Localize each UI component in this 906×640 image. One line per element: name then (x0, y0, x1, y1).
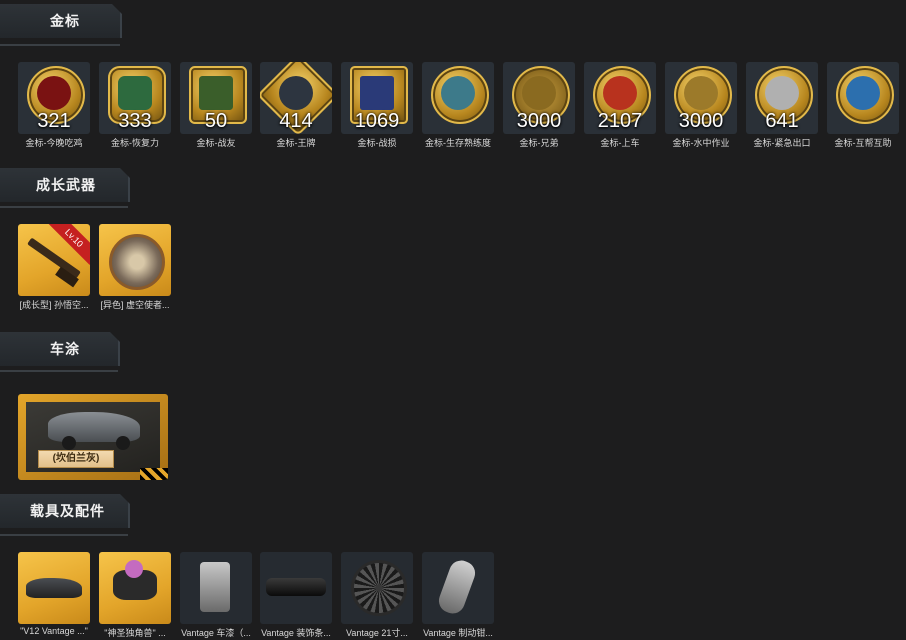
vehicle-tile[interactable]: "V12 Vantage ..." (18, 552, 90, 636)
section-title: 车涂 (50, 341, 80, 357)
badge-label: 金标-上车 (600, 138, 640, 148)
vehicle-tile[interactable]: Vantage 装饰条... (260, 552, 332, 639)
badge-label: 金标-兄弟 (519, 138, 559, 148)
badge-count: 641 (765, 110, 799, 132)
gold-badge-tile[interactable]: 3000 金标-水中作业 (665, 62, 737, 149)
vehicle-tile[interactable]: Vantage 制动钳... (422, 552, 494, 639)
gold-badge-tile[interactable]: 333 金标-恢复力 (99, 62, 171, 149)
badge-count: 321 (37, 110, 71, 132)
section-title: 成长武器 (36, 177, 96, 193)
vehicle-label: "神圣独角兽" ... (104, 628, 166, 638)
badge-label: 金标-互帮互助 (834, 138, 892, 148)
skin-name-tag: (坎伯兰灰) (38, 450, 114, 468)
badge-count: 1069 (354, 110, 400, 132)
badge-label: 金标-王牌 (276, 138, 316, 148)
section-header-vehicles: 载具及配件 (0, 494, 140, 536)
gold-badge-tile[interactable]: 321 金标-今晚吃鸡 (18, 62, 90, 149)
gold-badge-tile[interactable]: 金标-生存熟练度 (422, 62, 494, 149)
badge-count: 3000 (516, 110, 562, 132)
gold-badge-tile[interactable]: 1069 金标-战损 (341, 62, 413, 149)
hazard-stripes (140, 468, 168, 480)
gold-badge-tile[interactable]: 金标-互帮互助 (827, 62, 899, 149)
vehicle-tile[interactable]: Vantage 21寸... (341, 552, 413, 639)
badge-label: 金标-恢复力 (111, 138, 159, 148)
section-header-weapons: 成长武器 (0, 168, 140, 208)
weapon-tile[interactable]: [异色] 虚空使者... (99, 224, 171, 311)
section-title: 载具及配件 (30, 503, 105, 519)
vehicle-label: "V12 Vantage ..." (20, 626, 88, 636)
vehicle-label: Vantage 装饰条... (261, 628, 331, 638)
car-skin-card[interactable]: (坎伯兰灰) (18, 394, 168, 480)
weapon-label: [异色] 虚空使者... (100, 300, 170, 310)
badge-count: 2107 (597, 110, 643, 132)
weapon-label: [成长型] 孙悟空... (19, 300, 89, 310)
vehicle-label: Vantage 制动钳... (423, 628, 493, 638)
badge-count: 333 (118, 110, 152, 132)
gold-badge-tile[interactable]: 641 金标-紧急出口 (746, 62, 818, 149)
gold-badge-tile[interactable]: 414 金标-王牌 (260, 62, 332, 149)
vehicle-tile[interactable]: Vantage 车漆（... (180, 552, 252, 639)
section-title: 金标 (50, 13, 80, 29)
vehicle-label: Vantage 车漆（... (181, 628, 251, 638)
section-header-gold: 金标 (0, 4, 130, 46)
vehicle-label: Vantage 21寸... (346, 628, 408, 638)
badge-label: 金标-战损 (357, 138, 397, 148)
badge-label: 金标-水中作业 (672, 138, 730, 148)
badge-label: 金标-生存熟练度 (425, 138, 491, 148)
vehicle-tile[interactable]: "神圣独角兽" ... (99, 552, 171, 639)
gold-badge-tile[interactable]: 50 金标-战友 (180, 62, 252, 149)
gold-badge-tile[interactable]: 3000 金标-兄弟 (503, 62, 575, 149)
badge-count: 3000 (678, 110, 724, 132)
badge-label: 金标-战友 (196, 138, 236, 148)
badge-label: 金标-今晚吃鸡 (25, 138, 83, 148)
badge-label: 金标-紧急出口 (753, 138, 811, 148)
section-header-skins: 车涂 (0, 332, 130, 372)
badge-count: 414 (279, 110, 313, 132)
gold-badge-tile[interactable]: 2107 金标-上车 (584, 62, 656, 149)
weapon-tile[interactable]: Lv.10 [成长型] 孙悟空... (18, 224, 90, 311)
badge-count: 50 (204, 110, 228, 132)
